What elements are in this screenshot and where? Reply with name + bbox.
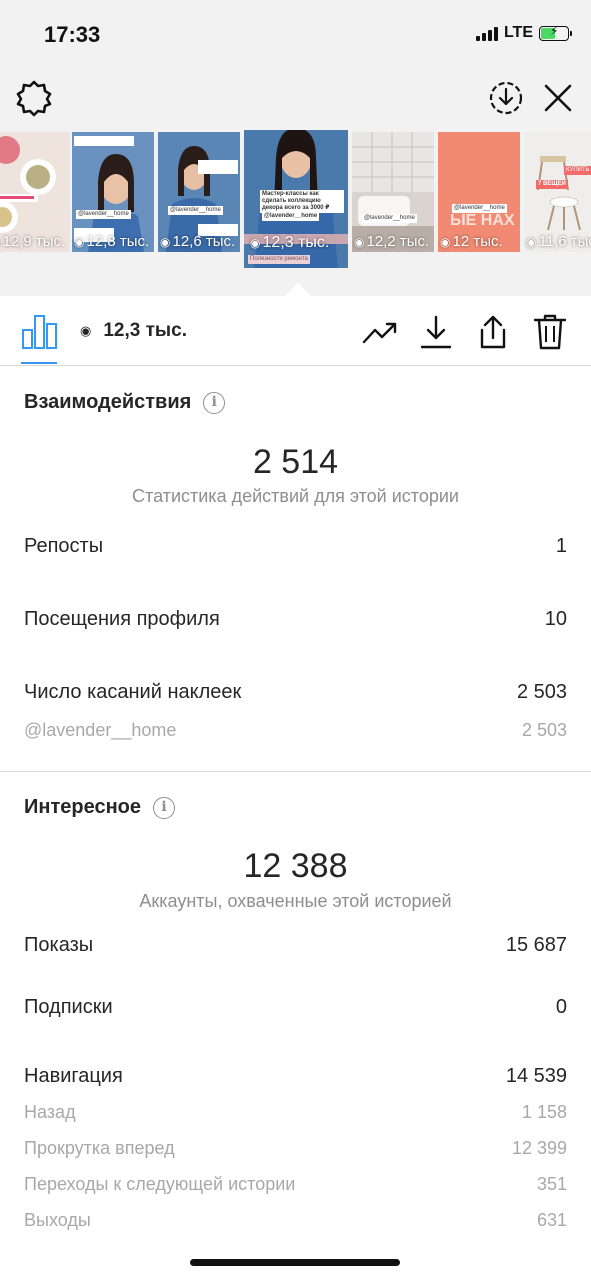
stat-label: Показы	[24, 934, 94, 956]
network-type: LTE	[503, 24, 533, 41]
story-views: ◉ 12,6 тыс.	[160, 233, 236, 250]
story-views: ◉ 12,3 тыс.	[250, 234, 330, 251]
info-icon[interactable]: i	[203, 391, 226, 414]
bar-chart-icon[interactable]	[20, 312, 60, 350]
stat-label: Подписки	[24, 996, 113, 1018]
download-circle-icon[interactable]	[486, 78, 526, 118]
stat-label: Выходы	[24, 1210, 91, 1230]
discovery-total: 12 388	[243, 847, 348, 885]
selected-story-pointer	[285, 283, 311, 296]
story-thumbnail[interactable]: @lavender__home ЫЕ НАХ ◉ 12 тыс.	[438, 132, 520, 252]
stat-subrow-mention: @lavender__home 2 503	[24, 720, 567, 741]
stat-label: Репосты	[24, 535, 104, 557]
story-views: ◉12,9 тыс.	[0, 233, 65, 250]
stat-subrow-forward: Прокрутка вперед 12 399	[24, 1138, 567, 1159]
stat-subrow-exits: Выходы 631	[24, 1210, 567, 1231]
stat-label: Навигация	[24, 1065, 123, 1087]
discovery-caption: Аккаунты, охваченные этой историей	[139, 891, 452, 911]
story-views: ◉ 12,8 тыс.	[74, 233, 150, 250]
stat-value: 12 399	[511, 1138, 567, 1158]
stat-label: Посещения профиля	[24, 608, 220, 630]
stat-label: Назад	[24, 1102, 76, 1122]
status-time: 17:33	[44, 22, 101, 47]
stat-row-follows: Подписки 0	[24, 996, 567, 1019]
battery-icon: ⚡	[539, 24, 572, 41]
eye-icon: ◉	[354, 235, 365, 249]
trash-icon[interactable]	[531, 314, 569, 350]
stat-row-impressions: Показы 15 687	[24, 934, 567, 957]
stat-row-profile-visits: Посещения профиля 10	[24, 608, 567, 631]
discovery-section-title: Интересное i	[24, 796, 175, 819]
stat-subrow-next-story: Переходы к следующей истории 351	[24, 1174, 567, 1195]
status-indicators: LTE ⚡	[475, 24, 572, 42]
signal-icon	[475, 25, 498, 41]
story-toolbar: ◉ 12,3 тыс.	[0, 296, 591, 366]
story-caption: @lavender__home	[262, 212, 320, 221]
stat-value: 1 158	[521, 1102, 567, 1122]
story-thumbnail[interactable]: @lavender__home ◉ 12,8 тыс.	[72, 132, 154, 252]
views-value: 12,3 тыс.	[103, 320, 187, 341]
story-headline: Мастер-классы как сделать коллекцию деко…	[260, 190, 344, 213]
story-thumbnail[interactable]: 7 ВЕЩЕЙ КУПИТЬ ◉11,6 тыс.	[524, 132, 591, 252]
stat-row-reposts: Репосты 1	[24, 535, 567, 558]
story-caption: @lavender__home	[362, 214, 417, 223]
close-icon[interactable]	[538, 78, 578, 118]
gear-icon[interactable]	[14, 78, 54, 118]
eye-icon: ◉	[160, 235, 171, 249]
story-tag-secondary: КУПИТЬ	[564, 166, 591, 175]
stat-value: 0	[555, 996, 567, 1018]
eye-icon: ◉	[440, 235, 451, 249]
story-thumbnail[interactable]: @lavender__home ◉ 12,2 тыс.	[352, 132, 434, 252]
stat-value: 2 503	[516, 681, 567, 703]
stat-row-sticker-taps: Число касаний наклеек 2 503	[24, 681, 567, 704]
story-views: ◉ 12,2 тыс.	[354, 233, 430, 250]
stat-subrow-back: Назад 1 158	[24, 1102, 567, 1123]
story-caption: @lavender__home	[168, 206, 223, 215]
discovery-title: Интересное	[24, 796, 141, 818]
story-views-count: ◉ 12,3 тыс.	[80, 320, 187, 342]
eye-icon: ◉	[250, 236, 261, 250]
interactions-title: Взаимодействия	[24, 391, 192, 413]
story-thumbnail[interactable]: @lavender__home ◉ 12,6 тыс.	[158, 132, 240, 252]
stat-value: 631	[536, 1210, 567, 1230]
story-tag: 7 ВЕЩЕЙ	[536, 180, 568, 189]
stat-label: Число касаний наклеек	[24, 681, 242, 703]
stat-value: 14 539	[505, 1065, 567, 1087]
info-icon[interactable]: i	[153, 796, 175, 819]
download-icon[interactable]	[417, 314, 455, 350]
story-overlay-text: ЫЕ НАХ	[450, 212, 515, 229]
story-views: ◉ 12 тыс.	[440, 233, 503, 250]
story-thumbnail[interactable]: ◉12,9 тыс.	[0, 132, 70, 252]
section-divider	[0, 771, 591, 772]
story-thumbnail-selected[interactable]: Мастер-классы как сделать коллекцию деко…	[244, 130, 348, 268]
interactions-caption: Статистика действий для этой истории	[132, 486, 459, 506]
stat-label: @lavender__home	[24, 720, 177, 740]
top-bar	[0, 68, 591, 130]
story-caption: @lavender__home	[76, 210, 131, 219]
eye-icon: ◉	[80, 323, 92, 338]
stat-value: 2 503	[521, 720, 567, 740]
stat-label: Прокрутка вперед	[24, 1138, 175, 1158]
home-indicator[interactable]	[190, 1259, 400, 1266]
insights-tab-indicator	[21, 362, 57, 364]
interactions-total: 2 514	[252, 443, 339, 481]
stat-row-navigation: Навигация 14 539	[24, 1065, 567, 1088]
stat-value: 15 687	[505, 934, 567, 956]
eye-icon: ◉	[74, 235, 85, 249]
stories-strip[interactable]: ◉12,9 тыс. @lavender__home ◉12,8 тыс. @l…	[0, 130, 591, 296]
interactions-section-title: Взаимодействия i	[24, 391, 226, 414]
stat-label: Переходы к следующей истории	[24, 1174, 296, 1194]
trending-up-icon[interactable]	[361, 314, 399, 350]
stat-value: 10	[544, 608, 567, 630]
eye-icon: ◉	[526, 235, 537, 249]
share-icon[interactable]	[474, 314, 512, 350]
stat-value: 351	[536, 1174, 567, 1194]
stat-value: 1	[555, 535, 567, 557]
status-bar: 17:33 LTE ⚡	[0, 0, 591, 68]
story-views: ◉11,6 тыс.	[526, 233, 591, 250]
story-tag: Полезности ремонта	[248, 255, 310, 264]
